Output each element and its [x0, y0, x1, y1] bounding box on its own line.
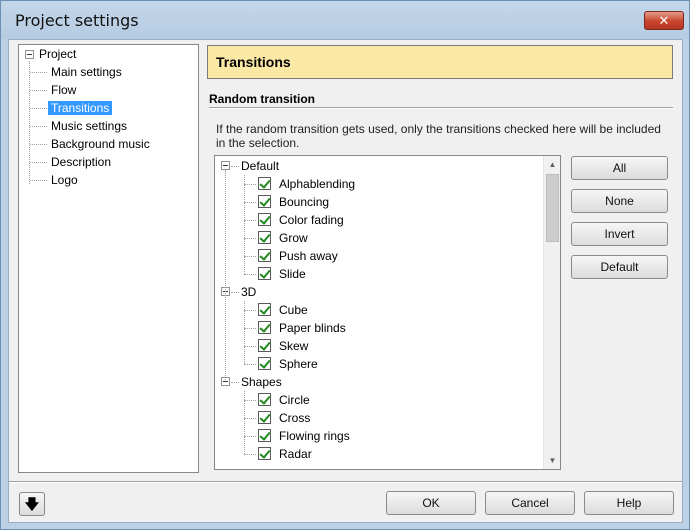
tree-line	[30, 108, 47, 109]
transition-checkbox[interactable]	[258, 213, 271, 226]
sidebar-item-music-settings[interactable]: Music settings	[48, 118, 130, 134]
help-button[interactable]: Help	[584, 491, 674, 515]
transition-checkbox[interactable]	[258, 303, 271, 316]
tree-line	[244, 238, 256, 239]
tree-line	[244, 400, 256, 401]
settings-nav-tree[interactable]: Project Main settings Flow Transitions Musi…	[18, 44, 199, 473]
transition-item[interactable]: Skew	[279, 337, 308, 355]
page-title: Transitions	[207, 45, 673, 79]
transition-checkbox[interactable]	[258, 195, 271, 208]
tree-line	[231, 166, 239, 167]
tree-line	[29, 61, 30, 184]
invert-selection-button[interactable]: Invert	[571, 222, 668, 246]
transition-checkbox[interactable]	[258, 429, 271, 442]
sidebar-item-logo[interactable]: Logo	[48, 172, 81, 188]
nav-item-project[interactable]: Project	[36, 46, 79, 62]
tree-line	[244, 184, 256, 185]
section-title: Random transition	[209, 92, 316, 106]
transition-checkbox[interactable]	[258, 177, 271, 190]
tree-line	[244, 175, 245, 274]
sidebar-item-flow[interactable]: Flow	[48, 82, 79, 98]
tree-line	[244, 220, 256, 221]
collapse-icon[interactable]	[221, 161, 230, 170]
transition-checkbox[interactable]	[258, 321, 271, 334]
tree-line	[244, 454, 256, 455]
select-none-button[interactable]: None	[571, 189, 668, 213]
tree-line	[30, 72, 47, 73]
transition-checkbox[interactable]	[258, 411, 271, 424]
move-down-button[interactable]: 🡇	[19, 492, 45, 516]
select-all-button[interactable]: All	[571, 156, 668, 180]
tree-line	[30, 126, 47, 127]
sidebar-item-description[interactable]: Description	[48, 154, 114, 170]
cancel-button[interactable]: Cancel	[485, 491, 575, 515]
tree-line	[244, 346, 256, 347]
transition-group[interactable]: Shapes	[241, 373, 282, 391]
tree-line	[30, 180, 47, 181]
scroll-down-icon[interactable]: ▼	[544, 452, 560, 469]
tree-line	[30, 162, 47, 163]
tree-line	[244, 418, 256, 419]
transition-checkbox[interactable]	[258, 393, 271, 406]
transition-item[interactable]: Flowing rings	[279, 427, 350, 445]
close-button[interactable]: ✕	[644, 11, 684, 30]
ok-button[interactable]: OK	[386, 491, 476, 515]
tree-line	[244, 301, 245, 364]
transition-group[interactable]: 3D	[241, 283, 256, 301]
default-selection-button[interactable]: Default	[571, 255, 668, 279]
sidebar-item-main-settings[interactable]: Main settings	[48, 64, 125, 80]
transition-checkbox[interactable]	[258, 267, 271, 280]
section-description: If the random transition gets used, only…	[216, 122, 661, 150]
transition-checkbox[interactable]	[258, 339, 271, 352]
tree-line	[244, 256, 256, 257]
transition-item[interactable]: Grow	[279, 229, 308, 247]
transition-checkbox[interactable]	[258, 249, 271, 262]
transition-checkbox[interactable]	[258, 447, 271, 460]
transition-item[interactable]: Sphere	[279, 355, 318, 373]
dialog-client: Project Main settings Flow Transitions Musi…	[8, 39, 683, 523]
title-bar[interactable]: Project settings ✕	[1, 1, 689, 39]
transition-checkbox[interactable]	[258, 357, 271, 370]
footer-divider	[9, 481, 682, 483]
project-settings-window: Project settings ✕ Project Main settings…	[0, 0, 690, 530]
transition-item[interactable]: Push away	[279, 247, 338, 265]
tree-line	[30, 90, 47, 91]
collapse-icon[interactable]	[25, 50, 34, 59]
transition-item[interactable]: Radar	[279, 445, 312, 463]
tree-line	[30, 144, 47, 145]
tree-line	[244, 274, 256, 275]
tree-line	[244, 202, 256, 203]
window-title: Project settings	[15, 11, 139, 30]
arrow-down-icon: 🡇	[24, 496, 40, 512]
tree-line	[244, 436, 256, 437]
transition-item[interactable]: Circle	[279, 391, 310, 409]
vertical-scrollbar[interactable]: ▲ ▼	[543, 156, 560, 469]
tree-line	[244, 391, 245, 454]
sidebar-item-transitions[interactable]: Transitions	[48, 100, 113, 116]
tree-line	[231, 382, 239, 383]
tree-line	[231, 292, 239, 293]
scroll-thumb[interactable]	[546, 174, 559, 242]
scroll-up-icon[interactable]: ▲	[544, 156, 560, 173]
sidebar-item-background-music[interactable]: Background music	[48, 136, 153, 152]
tree-line	[244, 310, 256, 311]
transition-item[interactable]: Color fading	[279, 211, 344, 229]
transition-group[interactable]: Default	[241, 157, 279, 175]
transition-item[interactable]: Cube	[279, 301, 308, 319]
tree-line	[244, 328, 256, 329]
close-icon: ✕	[658, 13, 670, 28]
tree-line	[244, 364, 256, 365]
section-divider	[209, 107, 673, 109]
transition-checkbox[interactable]	[258, 231, 271, 244]
transition-tree[interactable]: Default Alphablending Bouncing Color fading…	[214, 155, 561, 470]
transition-item[interactable]: Bouncing	[279, 193, 329, 211]
transition-item[interactable]: Alphablending	[279, 175, 355, 193]
tree-line	[225, 170, 226, 380]
transition-item[interactable]: Cross	[279, 409, 310, 427]
transition-item[interactable]: Slide	[279, 265, 306, 283]
transition-item[interactable]: Paper blinds	[279, 319, 346, 337]
